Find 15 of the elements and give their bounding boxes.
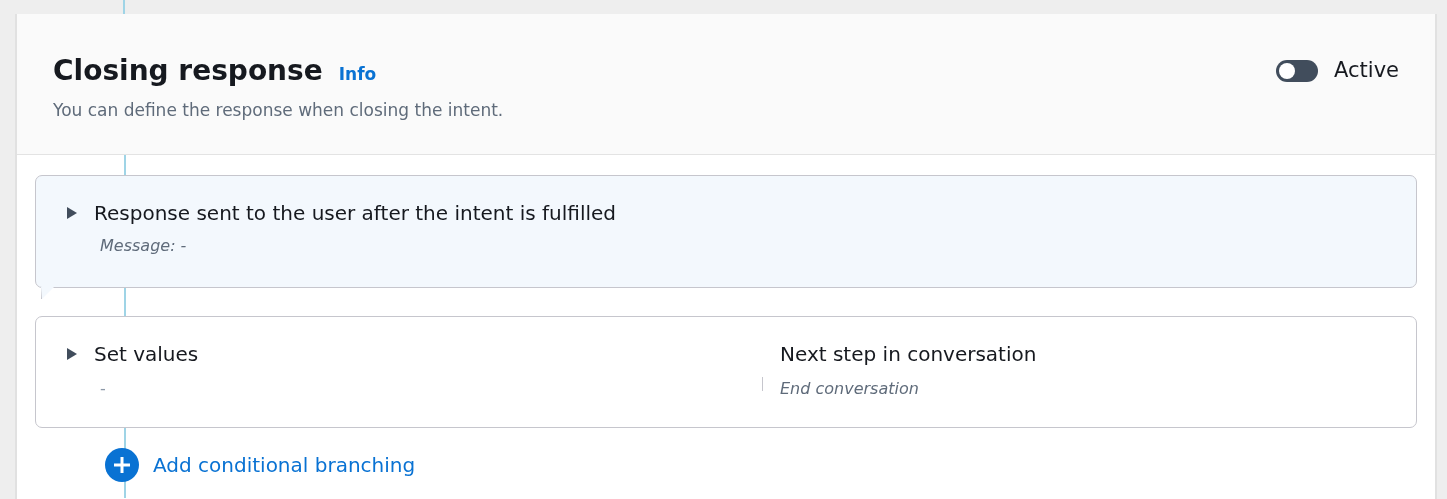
value-text: - bbox=[100, 378, 107, 400]
add-branching-button[interactable]: Add conditional branching bbox=[105, 448, 416, 482]
field-value: End conversation bbox=[780, 378, 920, 400]
caret-icon[interactable] bbox=[66, 206, 78, 220]
toggle-label: Active bbox=[1334, 57, 1399, 85]
card-title: Response sent to the user after the intent is fulfilled bbox=[94, 200, 617, 227]
info-link[interactable]: Info bbox=[338, 62, 377, 88]
panel-title: Closing response bbox=[53, 53, 323, 89]
toggle-switch[interactable] bbox=[1276, 60, 1319, 82]
card-title: Set values bbox=[94, 341, 199, 368]
caret-icon[interactable] bbox=[66, 347, 78, 361]
plus-icon bbox=[105, 448, 139, 482]
panel-description: You can define the response when closing the intent. bbox=[53, 99, 504, 122]
field-label: Next step in conversation bbox=[780, 341, 1037, 368]
message-text: Message: - bbox=[100, 235, 188, 257]
